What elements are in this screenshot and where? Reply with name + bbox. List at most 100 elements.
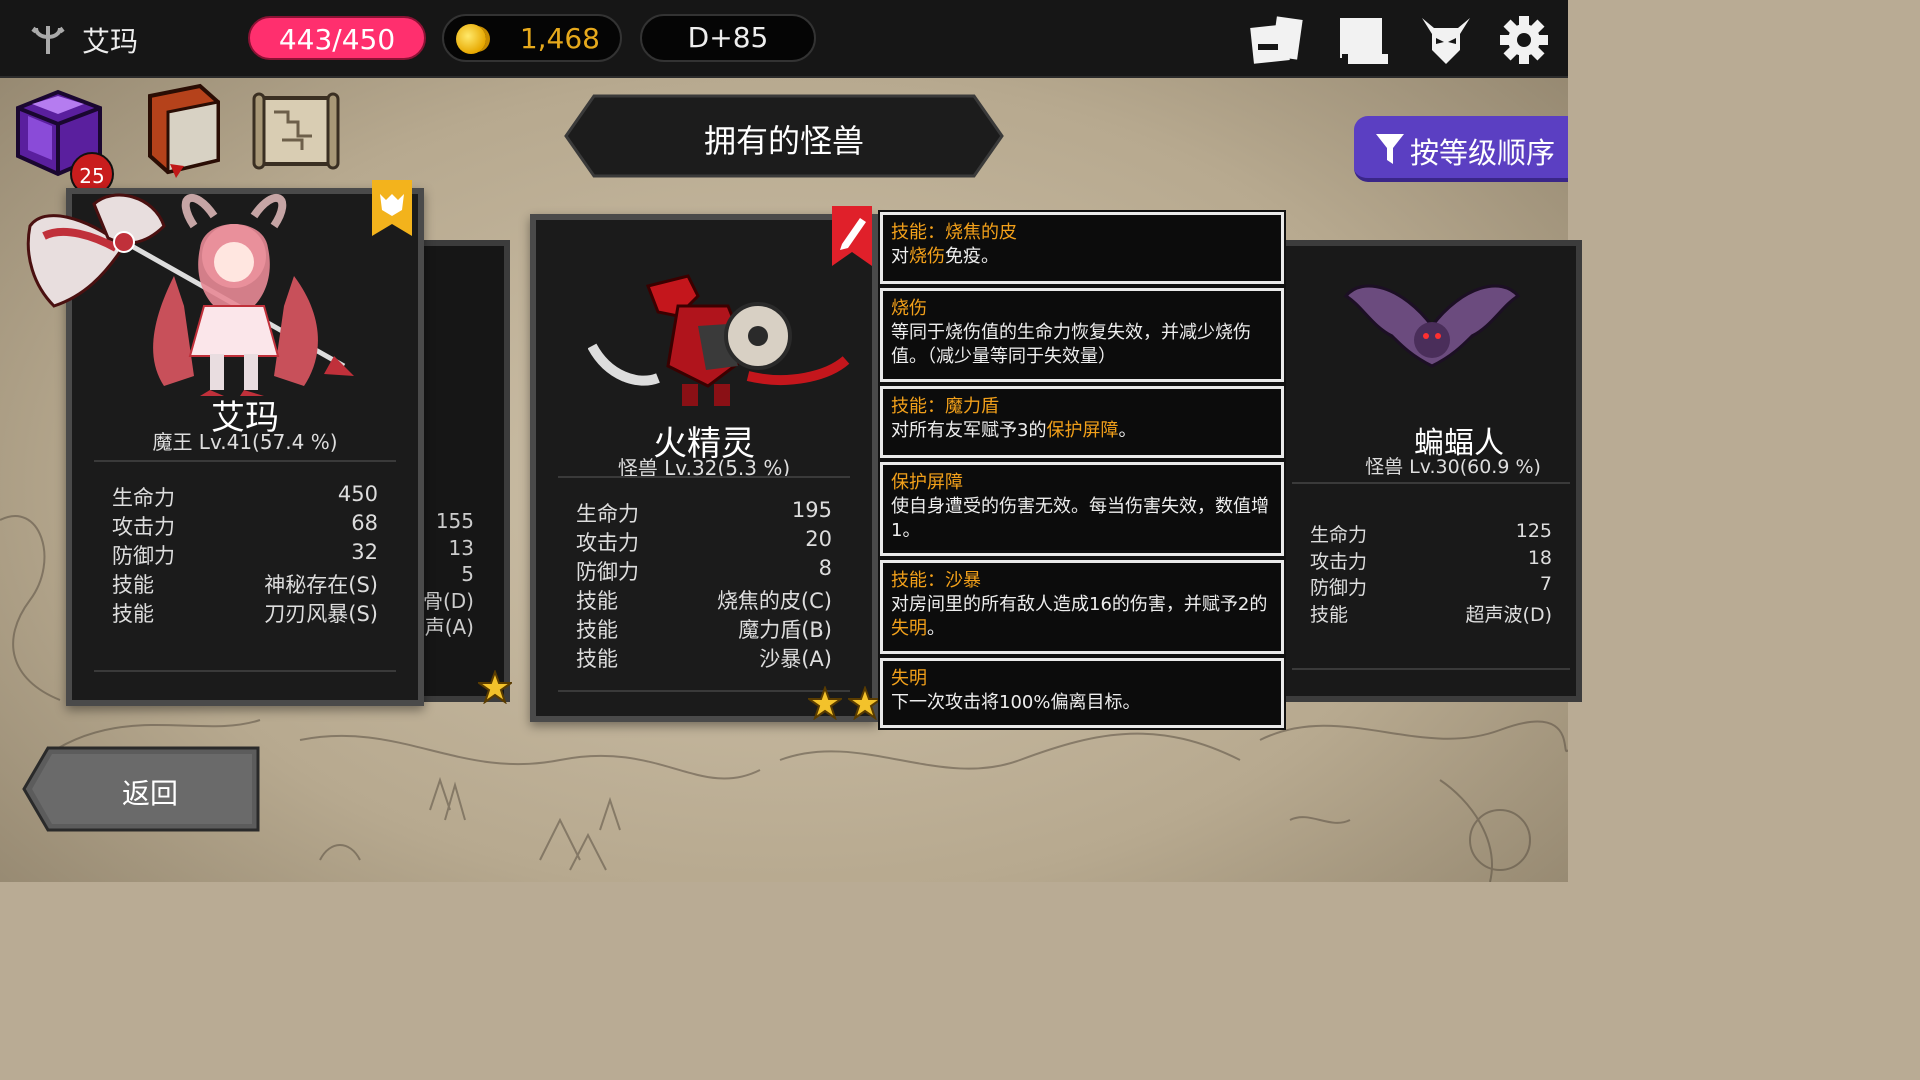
fire-spirit-sprite: [588, 274, 850, 406]
back-button-label: 返回: [122, 777, 179, 810]
coin-icon: [456, 24, 486, 54]
day-counter: D+85: [640, 14, 816, 62]
stat-row: 防御力 7: [1292, 573, 1570, 600]
partial-stat: 155: [435, 509, 474, 533]
stat-value: 烧焦的皮(C): [716, 589, 832, 613]
card-subtitle: 魔王 Lv.41(57.4 %): [152, 430, 338, 454]
map-scroll-icon[interactable]: [252, 90, 340, 174]
star-icon: [478, 670, 512, 704]
stat-row: 生命力 125: [1292, 520, 1570, 547]
gear-icon[interactable]: [1496, 14, 1552, 66]
monster-card-bat-man[interactable]: 蝙蝠人 怪兽 Lv.30(60.9 %) 生命力 125 攻击力 18 防御力 7 技…: [1236, 240, 1582, 702]
stat-value: 刀刃风暴(S): [264, 602, 378, 626]
edit-bookmark-icon[interactable]: [832, 206, 872, 266]
top-bar: 艾玛 443/450 1,468 D+85: [0, 0, 1568, 78]
tooltip-heading: 烧伤: [891, 298, 927, 319]
stats-panel: 生命力 450 攻击力 68 防御力 32 技能 神秘存在(S) 技能 刀刃风暴(S): [94, 460, 396, 672]
stat-row: 攻击力 68: [94, 511, 396, 540]
stat-row: 技能 烧焦的皮(C): [558, 585, 850, 614]
tooltip-body: 下一次攻击将100%偏离目标。: [891, 692, 1141, 713]
tooltip-text: 。: [1118, 420, 1137, 441]
star-icon: [808, 686, 842, 720]
stat-value: 68: [351, 511, 378, 535]
stats-panel: 生命力 195 攻击力 20 防御力 8 技能 烧焦的皮(C) 技能 魔力盾(B) 技能沙…: [558, 476, 850, 692]
tooltip-text: 对: [891, 246, 909, 267]
stat-key: 技能: [112, 573, 154, 597]
stat-row: 生命力 450: [94, 482, 396, 511]
tooltip-protective-barrier: 保护屏障 使自身遭受的伤害无效。每当伤害失效，数值增1。: [880, 462, 1284, 556]
filter-icon: [1376, 134, 1404, 164]
tooltip-keyword: 保护屏障: [1046, 420, 1119, 441]
stat-value: 7: [1539, 573, 1552, 595]
stat-key: 生命力: [112, 486, 175, 510]
stat-value: 195: [791, 498, 832, 522]
partial-stat: 5: [461, 562, 474, 586]
stat-key: 攻击力: [1310, 550, 1368, 573]
stat-value: 20: [805, 527, 832, 551]
stat-value: 450: [337, 482, 378, 506]
stat-key: 技能: [576, 618, 618, 642]
stat-row: 技能 沙暴(A): [558, 643, 850, 672]
stat-row: 防御力 32: [94, 540, 396, 569]
tooltip-body: 对房间里的所有敌人造成16的伤害，并赋予2的失明。: [891, 593, 1273, 641]
hp-display: 443/450: [248, 16, 426, 60]
stat-row: 攻击力 20: [558, 527, 850, 556]
back-button[interactable]: 返回: [22, 746, 260, 832]
player-name: 艾玛: [82, 25, 139, 58]
tooltip-heading: 技能：烧焦的皮: [891, 222, 1017, 243]
stat-key: 防御力: [576, 560, 639, 584]
stat-row: 技能 刀刃风暴(S): [94, 598, 396, 627]
tooltip-body: 对所有友军赋予3的保护屏障。: [891, 419, 1273, 443]
tooltip-text: 对所有友军赋予3的: [891, 420, 1047, 441]
tooltip-body: 等同于烧伤值的生命力恢复失效，并减少烧伤值。（减少量等同于失效量）: [891, 322, 1251, 367]
emma-sprite: [26, 193, 354, 396]
title-banner: 拥有的怪兽: [564, 94, 1004, 178]
stat-row: 防御力 8: [558, 556, 850, 585]
stat-value: 神秘存在(S): [264, 573, 378, 597]
tooltip-heading: 技能：魔力盾: [891, 396, 999, 417]
stat-row: 攻击力 18: [1292, 547, 1570, 574]
tooltip-text: 免疫。: [945, 246, 999, 267]
tooltip-skill-magic-shield: 技能：魔力盾 对所有友军赋予3的保护屏障。: [880, 386, 1284, 458]
bat-man-sprite: [1343, 284, 1521, 368]
tooltip-keyword: 烧伤: [909, 246, 945, 267]
stat-key: 攻击力: [576, 531, 639, 555]
tooltip-skill-sandstorm: 技能：沙暴 对房间里的所有敌人造成16的伤害，并赋予2的失明。: [880, 560, 1284, 654]
tooltip-heading: 失明: [891, 668, 927, 689]
gold-display: 1,468: [442, 14, 622, 62]
tooltip-heading: 保护屏障: [891, 472, 963, 493]
stat-value: 18: [1527, 546, 1552, 569]
tooltip-body: 使自身遭受的伤害无效。每当伤害失效，数值增1。: [891, 496, 1269, 541]
partial-stat: 声(A): [424, 615, 474, 639]
page-title: 拥有的怪兽: [703, 122, 864, 160]
monster-card-partial[interactable]: 155 13 5 骨(D) 声(A): [410, 240, 512, 704]
stat-row: 技能 超声波(D): [1292, 600, 1570, 627]
stat-row: 生命力 195: [558, 498, 850, 527]
trident-icon: [31, 26, 65, 54]
demon-mask-icon[interactable]: [1418, 14, 1474, 66]
tooltip-body: 对烧伤免疫。: [891, 245, 1273, 269]
tooltip-skill-scorched-skin: 技能：烧焦的皮 对烧伤免疫。: [880, 212, 1284, 284]
gold-value: 1,468: [519, 22, 600, 55]
stat-key: 防御力: [1310, 577, 1368, 599]
sort-by-level-button[interactable]: 按等级顺序: [1354, 116, 1568, 182]
scroll-icon[interactable]: [1334, 14, 1390, 66]
stat-value: 魔力盾(B): [738, 618, 832, 642]
stat-value: 8: [818, 556, 832, 580]
stat-key: 攻击力: [112, 515, 175, 539]
tooltip-heading: 技能：沙暴: [891, 570, 981, 591]
stat-row: 技能 神秘存在(S): [94, 569, 396, 598]
stat-row: 技能 魔力盾(B): [558, 614, 850, 643]
tooltip-text: 对房间里的所有敌人造成16的伤害，并赋予2的: [891, 594, 1268, 615]
stat-key: 生命力: [1310, 524, 1368, 546]
cards-icon[interactable]: [1248, 14, 1304, 66]
spellbook-icon[interactable]: [140, 82, 226, 178]
tooltip-burn: 烧伤 等同于烧伤值的生命力恢复失效，并减少烧伤值。（减少量等同于失效量）: [880, 288, 1284, 382]
stat-value: 超声波(D): [1465, 603, 1552, 626]
stats-panel: 生命力 125 攻击力 18 防御力 7 技能 超声波(D): [1292, 482, 1570, 670]
stat-key: 技能: [576, 647, 618, 671]
partial-stat: 骨(D): [422, 588, 474, 613]
bookmark-icon: [372, 180, 412, 236]
card-subtitle: 怪兽 Lv.30(60.9 %): [1365, 456, 1541, 478]
stat-key: 技能: [576, 589, 618, 613]
